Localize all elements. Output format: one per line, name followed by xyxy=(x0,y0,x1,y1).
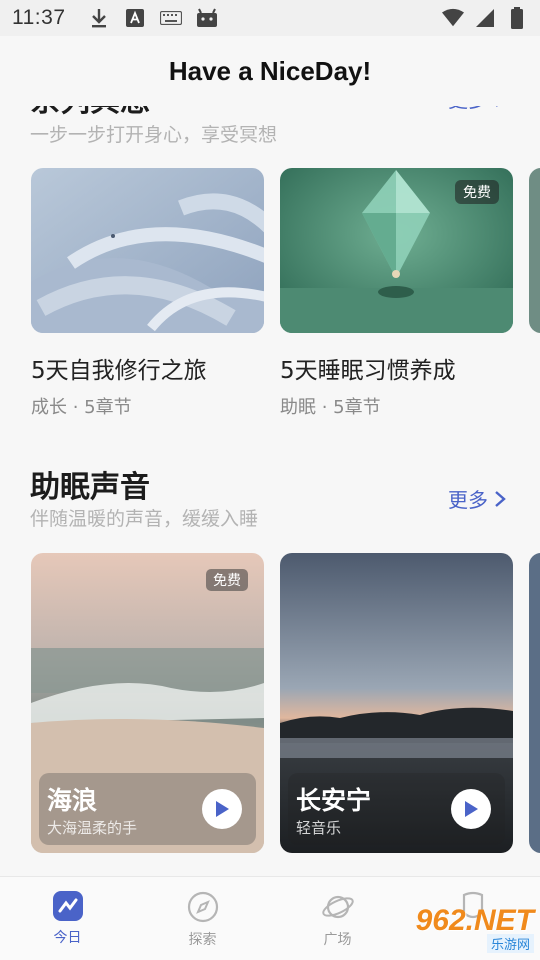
sound-info: 海浪 大海温柔的手 xyxy=(39,773,256,845)
series-card-row[interactable]: 5天自我修行之旅 成长 · 5章节 免费 5天睡眠习惯养成 助眠 · 5章节 xyxy=(31,168,540,419)
series-card[interactable]: 免费 5天睡眠习惯养成 助眠 · 5章节 xyxy=(280,168,513,419)
scroll-content[interactable]: 系列冥想 更多 一步一步打开身心，享受冥想 5天 xyxy=(0,106,540,876)
status-time: 11:37 xyxy=(12,6,66,29)
sound-name: 长安宁 xyxy=(296,786,372,815)
nav-item-today[interactable]: 今日 xyxy=(0,877,135,960)
keyboard-icon xyxy=(159,7,182,29)
nav-item-square[interactable]: 广场 xyxy=(270,877,405,960)
battery-icon xyxy=(506,7,528,29)
section-subtitle-sleep: 伴随温暖的声音，缓缓入睡 xyxy=(30,508,259,530)
section-title-sleep: 助眠声音 xyxy=(30,470,150,505)
section-subtitle-series: 一步一步打开身心，享受冥想 xyxy=(30,124,278,146)
card-title: 5天睡眠习惯养成 xyxy=(280,358,456,384)
android-icon xyxy=(196,7,218,29)
sound-info: 长安宁 轻音乐 xyxy=(288,773,505,845)
card-image xyxy=(31,168,264,333)
more-button-sleep[interactable]: 更多 xyxy=(448,484,506,513)
more-label: 更多 xyxy=(448,106,488,113)
sound-desc: 大海温柔的手 xyxy=(47,819,138,837)
chevron-right-icon xyxy=(496,106,498,107)
free-badge: 免费 xyxy=(206,569,248,591)
series-card-partial[interactable] xyxy=(529,168,540,419)
sound-card[interactable]: 长安宁 轻音乐 xyxy=(280,553,513,853)
sound-name: 海浪 xyxy=(47,786,98,815)
app-title: Have a NiceDay! xyxy=(168,55,372,86)
card-image xyxy=(529,168,540,333)
sound-desc: 轻音乐 xyxy=(296,819,342,837)
more-button-series[interactable]: 更多 xyxy=(448,106,506,113)
play-icon xyxy=(465,801,478,817)
watermark: 962.NET 乐游网 xyxy=(394,900,534,956)
nav-label: 今日 xyxy=(53,930,82,946)
status-bar: 11:37 xyxy=(0,0,540,36)
watermark-logo: 962.NET xyxy=(415,903,534,937)
today-icon xyxy=(52,891,83,921)
sound-card-row[interactable]: 免费 海浪 大海温柔的手 长安宁 轻音乐 xyxy=(31,553,540,853)
card-title: 5天自我修行之旅 xyxy=(31,358,207,384)
download-icon xyxy=(88,7,110,29)
card-meta: 助眠 · 5章节 xyxy=(280,397,381,418)
play-button[interactable] xyxy=(202,789,242,829)
font-icon xyxy=(124,7,146,29)
watermark-sub: 乐游网 xyxy=(486,933,534,953)
series-card[interactable]: 5天自我修行之旅 成长 · 5章节 xyxy=(31,168,264,419)
app-header: Have a NiceDay! xyxy=(0,36,540,106)
free-badge: 免费 xyxy=(455,180,499,204)
chevron-right-icon xyxy=(495,490,506,507)
notification-icons xyxy=(88,7,218,29)
more-label: 更多 xyxy=(448,488,488,512)
card-image: 免费 xyxy=(280,168,513,333)
sound-card-partial[interactable] xyxy=(529,553,540,853)
nav-label: 探索 xyxy=(188,932,217,948)
system-icons xyxy=(442,7,528,29)
compass-icon xyxy=(187,891,218,923)
planet-icon xyxy=(321,895,354,919)
card-meta: 成长 · 5章节 xyxy=(31,397,132,418)
nav-item-explore[interactable]: 探索 xyxy=(135,877,270,960)
play-icon xyxy=(216,801,229,817)
sound-card[interactable]: 免费 海浪 大海温柔的手 xyxy=(31,553,264,853)
section-title-series: 系列冥想 xyxy=(30,106,150,120)
wifi-icon xyxy=(442,7,464,29)
signal-icon xyxy=(474,7,496,29)
play-button[interactable] xyxy=(451,789,491,829)
nav-label: 广场 xyxy=(323,932,352,948)
